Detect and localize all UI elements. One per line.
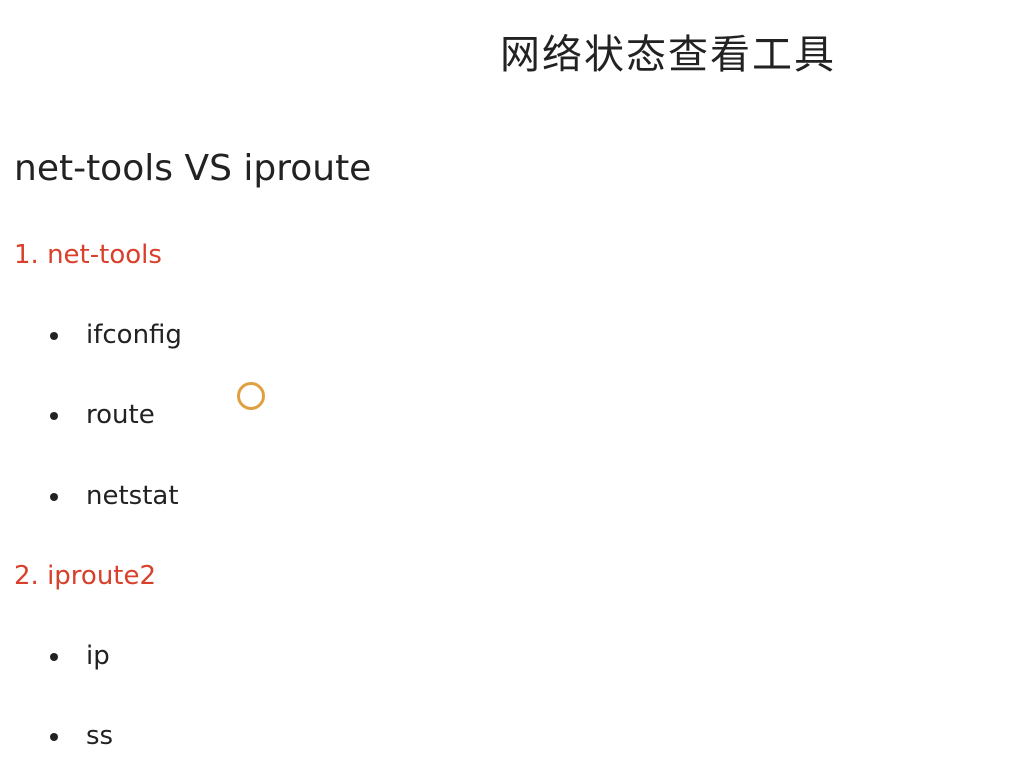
list-item-text: ip bbox=[86, 641, 110, 671]
page-title: 网络状态查看工具 bbox=[500, 32, 836, 78]
bullet-icon bbox=[50, 652, 58, 661]
list-item-text: ifconfig bbox=[86, 320, 182, 350]
bullet-icon bbox=[50, 331, 58, 340]
list-item: ss bbox=[50, 721, 113, 751]
bullet-icon bbox=[50, 732, 58, 741]
list-item-text: ss bbox=[86, 721, 114, 751]
bullet-icon bbox=[50, 492, 58, 501]
list-item: ip bbox=[50, 641, 110, 671]
subtitle: net-tools VS iproute bbox=[14, 148, 372, 189]
list-item: ifconfig bbox=[50, 320, 182, 350]
list-item-text: netstat bbox=[86, 481, 179, 511]
list-item-text: route bbox=[86, 400, 155, 430]
bullet-icon bbox=[50, 411, 58, 420]
list-item: route bbox=[50, 400, 155, 430]
section-heading-iproute2: 2. iproute2 bbox=[14, 561, 157, 591]
cursor-highlight-icon bbox=[237, 382, 265, 410]
section-heading-net-tools: 1. net-tools bbox=[14, 240, 162, 270]
list-item: netstat bbox=[50, 481, 179, 511]
